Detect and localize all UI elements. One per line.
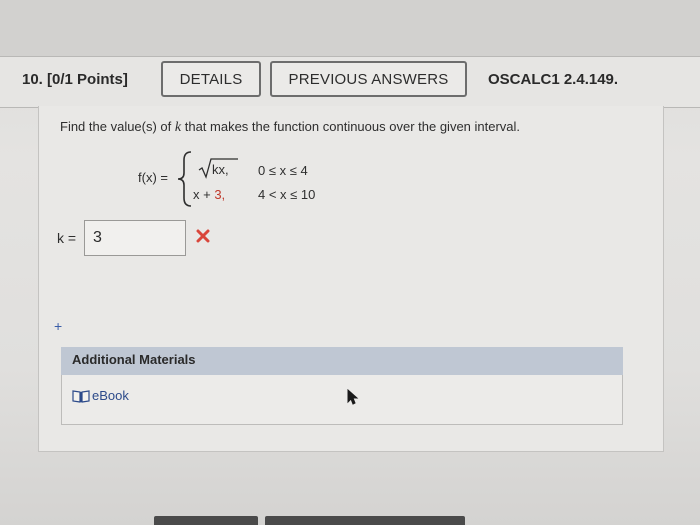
reference-code: OSCALC1 2.4.149. <box>488 71 619 88</box>
bottom-button-edge-2 <box>265 516 465 525</box>
question-prompt: Find the value(s) of k that makes the fu… <box>60 119 520 136</box>
expand-plus-icon[interactable]: + <box>54 318 62 334</box>
case2-condition: 4 < x ≤ 10 <box>258 187 316 202</box>
page: 10. [0/1 Points] DETAILS PREVIOUS ANSWER… <box>0 0 700 525</box>
case2-expression: x + 3, <box>193 187 225 202</box>
prompt-text-after: that makes the function continuous over … <box>181 119 521 134</box>
case2-expr-prefix: x + <box>193 187 215 202</box>
previous-answers-button[interactable]: PREVIOUS ANSWERS <box>270 61 467 97</box>
incorrect-x-icon <box>196 229 210 243</box>
bottom-button-edge-1 <box>154 516 258 525</box>
case1-condition: 0 ≤ x ≤ 4 <box>258 163 308 178</box>
answer-input[interactable] <box>84 220 186 256</box>
left-brace-icon <box>177 151 192 207</box>
case2-expr-number: 3, <box>214 187 226 202</box>
case1-condition-text: 0 ≤ x ≤ 4 <box>258 163 308 178</box>
question-number: 10. [0/1 Points] <box>22 71 128 88</box>
ebook-link[interactable]: eBook <box>72 388 129 403</box>
top-band <box>0 0 700 56</box>
mouse-cursor-icon <box>347 389 359 405</box>
function-label: f(x) = <box>138 170 168 185</box>
case1-radicand: kx, <box>212 162 229 177</box>
book-icon <box>72 389 90 403</box>
details-button[interactable]: DETAILS <box>161 61 261 97</box>
prompt-text-before: Find the value(s) of <box>60 119 175 134</box>
ebook-label: eBook <box>92 388 129 403</box>
answer-label: k = <box>57 230 77 246</box>
additional-materials-title: Additional Materials <box>72 352 196 367</box>
